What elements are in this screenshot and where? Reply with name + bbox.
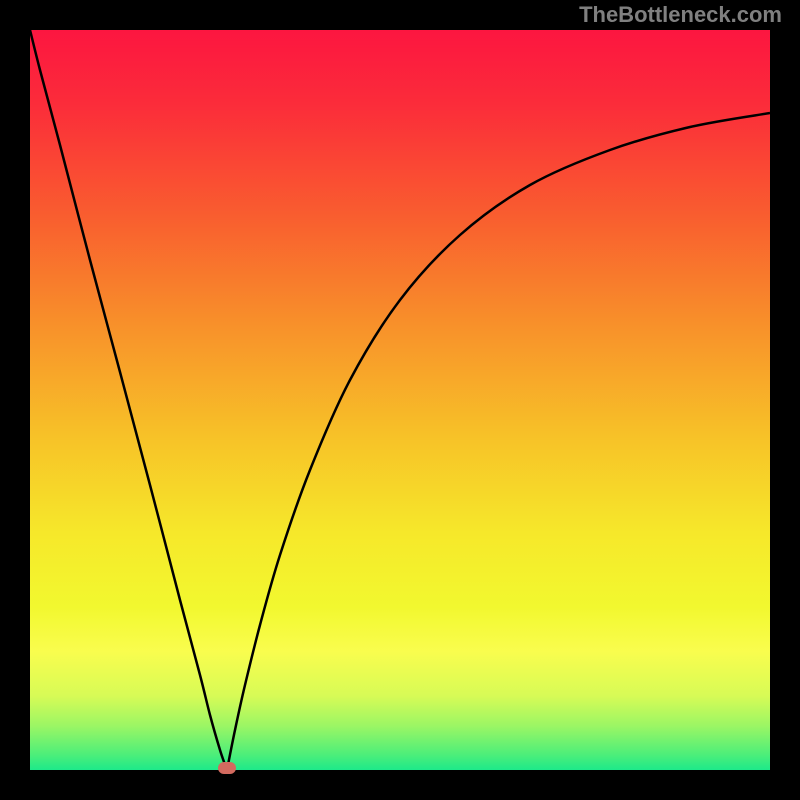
chart-svg xyxy=(30,30,770,770)
minimum-marker xyxy=(218,762,236,774)
chart-plot-area xyxy=(30,30,770,770)
watermark-text: TheBottleneck.com xyxy=(579,2,782,28)
chart-background xyxy=(30,30,770,770)
